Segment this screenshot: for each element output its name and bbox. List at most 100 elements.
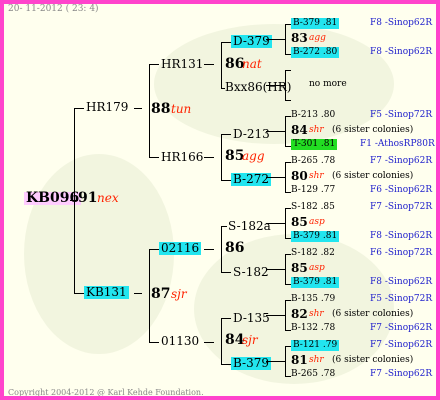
gen4-4-bottom[interactable]: B-379 .81 bbox=[291, 231, 340, 242]
gen3-b-bottom[interactable]: B-272 bbox=[231, 173, 271, 186]
gen4-3-bottom-loc: F6 -Sinop62R bbox=[370, 185, 433, 195]
gen4-4-top[interactable]: S-182 .85 bbox=[291, 202, 335, 213]
connector bbox=[266, 315, 285, 316]
watermark-shape bbox=[24, 154, 174, 354]
gen4-3-bottom[interactable]: B-129 .77 bbox=[291, 185, 335, 196]
connector bbox=[221, 364, 231, 365]
gen4-0-top[interactable]: B-379 .81 bbox=[291, 18, 340, 29]
gen3-c-bottom[interactable]: S-182 bbox=[233, 266, 269, 279]
gen3-a-code: nat bbox=[242, 57, 262, 71]
gen4-3-sister: (6 sister colonies) bbox=[332, 171, 414, 181]
pedigree-chart: 20- 11-2012 ( 23: 4) Copyright 2004-2012… bbox=[0, 0, 440, 400]
connector bbox=[134, 108, 142, 109]
connector bbox=[149, 249, 159, 250]
date-stamp: 20- 11-2012 ( 23: 4) bbox=[8, 4, 99, 14]
gen2-b-code: sjr bbox=[171, 287, 187, 301]
connector bbox=[285, 254, 286, 284]
connector bbox=[221, 42, 222, 88]
gen4-7-bottom-loc: F7 -Sinop62R bbox=[370, 369, 433, 379]
connector bbox=[74, 108, 75, 294]
connector bbox=[221, 272, 231, 273]
gen2-a-top[interactable]: HR131 bbox=[161, 58, 203, 71]
gen4-5-code: asp bbox=[309, 263, 325, 273]
gen4-6-bottom[interactable]: B-132 .78 bbox=[291, 323, 335, 334]
connector bbox=[204, 64, 214, 65]
gen4-0-bottom[interactable]: B-272 .80 bbox=[291, 47, 340, 58]
gen2-a-code: tun bbox=[171, 102, 192, 116]
gen4-6-code: shr bbox=[309, 309, 324, 319]
gen4-5-top[interactable]: S-182 .82 bbox=[291, 248, 335, 259]
root-id[interactable]: KB096 bbox=[24, 191, 82, 205]
gen4-7-code: shr bbox=[309, 355, 324, 365]
gen3-d-bottom[interactable]: B-379 bbox=[231, 357, 271, 370]
connector bbox=[204, 342, 214, 343]
connector bbox=[221, 318, 231, 319]
gen4-3-code: shr bbox=[309, 171, 324, 181]
connector bbox=[221, 42, 231, 43]
connector bbox=[285, 70, 291, 71]
gen4-7-top[interactable]: B-121 .79 bbox=[291, 340, 340, 351]
gen4-3-top[interactable]: B-265 .78 bbox=[291, 156, 335, 167]
gen3-b-top[interactable]: D-213 bbox=[233, 128, 270, 141]
gen4-5-bottom[interactable]: B-379 .81 bbox=[291, 277, 340, 288]
gen2-b-value: 87 bbox=[151, 286, 171, 302]
gen4-0-top-loc: F8 -Sinop62R bbox=[370, 18, 433, 28]
gen4-5-top-loc: F6 -Sinop72R bbox=[370, 248, 433, 258]
gen3-a-top[interactable]: D-379 bbox=[231, 35, 272, 48]
connector bbox=[285, 346, 286, 376]
connector bbox=[285, 208, 286, 238]
gen2-b-top[interactable]: 02116 bbox=[159, 242, 202, 255]
connector bbox=[204, 249, 214, 250]
gen4-4-code: asp bbox=[309, 217, 325, 227]
gen4-4-bottom-loc: F8 -Sinop62R bbox=[370, 231, 433, 241]
connector bbox=[266, 39, 285, 40]
connector bbox=[285, 24, 286, 54]
gen1-bottom-id[interactable]: KB131 bbox=[84, 286, 129, 299]
root-value: 91 bbox=[78, 190, 98, 206]
gen4-4-top-loc: F7 -Sinop72R bbox=[370, 202, 433, 212]
connector bbox=[149, 249, 150, 342]
connector bbox=[266, 177, 285, 178]
connector bbox=[149, 157, 159, 158]
gen4-7-sister: (6 sister colonies) bbox=[332, 355, 414, 365]
gen2-a-value: 88 bbox=[151, 101, 171, 117]
connector bbox=[266, 131, 285, 132]
gen4-7-bottom[interactable]: B-265 .78 bbox=[291, 369, 335, 380]
connector bbox=[285, 300, 286, 330]
gen3-d-top[interactable]: D-135 bbox=[233, 312, 270, 325]
connector bbox=[204, 157, 214, 158]
connector bbox=[285, 116, 286, 146]
connector bbox=[149, 64, 150, 157]
connector bbox=[221, 180, 231, 181]
connector bbox=[266, 85, 285, 86]
gen4-6-sister: (6 sister colonies) bbox=[332, 309, 414, 319]
connector bbox=[221, 318, 222, 364]
connector bbox=[285, 100, 291, 101]
gen4-2-top[interactable]: B-213 .80 bbox=[291, 110, 335, 121]
connector bbox=[221, 226, 227, 227]
connector bbox=[221, 226, 222, 272]
connector bbox=[221, 134, 222, 180]
gen4-2-bottom[interactable]: T-301 .81 bbox=[291, 139, 338, 150]
gen4-5-value: 85 bbox=[291, 261, 308, 275]
gen1-top-id[interactable]: HR179 bbox=[86, 101, 128, 114]
gen3-b-code: agg bbox=[242, 149, 265, 163]
gen4-0-code: agg bbox=[309, 33, 326, 43]
root-code: nex bbox=[97, 191, 119, 205]
connector bbox=[221, 134, 231, 135]
connector bbox=[74, 108, 84, 109]
connector bbox=[149, 64, 159, 65]
connector bbox=[266, 269, 285, 270]
gen2-b-bottom[interactable]: 01130 bbox=[161, 335, 199, 348]
gen4-2-sister: (6 sister colonies) bbox=[332, 125, 414, 135]
gen4-6-top[interactable]: B-135 .79 bbox=[291, 294, 335, 305]
connector bbox=[74, 293, 84, 294]
gen4-6-value: 82 bbox=[291, 307, 308, 321]
gen2-a-bottom[interactable]: HR166 bbox=[161, 151, 203, 164]
gen4-2-top-loc: F5 -Sinop72R bbox=[370, 110, 433, 120]
gen4-6-top-loc: F5 -Sinop72R bbox=[370, 294, 433, 304]
connector bbox=[266, 223, 285, 224]
gen3-c-top[interactable]: S-182a bbox=[228, 220, 271, 233]
gen3-a-bottom[interactable]: Bxx86(HR) bbox=[225, 81, 292, 94]
connector bbox=[266, 361, 285, 362]
